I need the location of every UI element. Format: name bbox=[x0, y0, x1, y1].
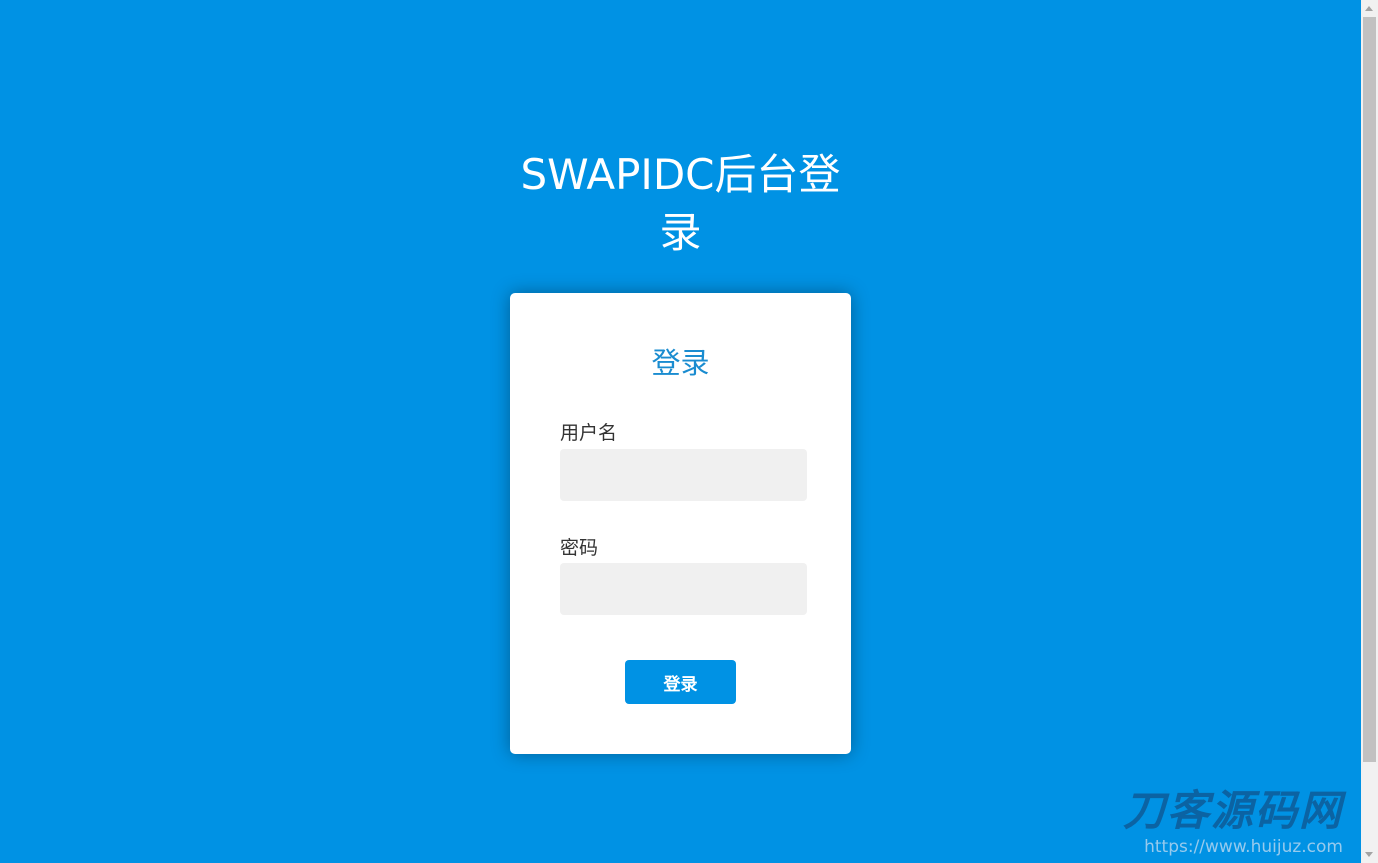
login-card-title: 登录 bbox=[651, 346, 710, 380]
login-card: 登录 用户名 密码 登录 bbox=[510, 293, 851, 754]
login-page: SWAPIDC后台登录 登录 用户名 密码 登录 刀客源码网 https://w… bbox=[0, 0, 1361, 863]
watermark-url: https://www.huijuz.com bbox=[1144, 837, 1343, 857]
username-input[interactable] bbox=[560, 449, 807, 501]
login-button[interactable]: 登录 bbox=[625, 660, 736, 704]
page-title: SWAPIDC后台登录 bbox=[520, 150, 841, 257]
watermark-logo: 刀客源码网 bbox=[1122, 786, 1343, 835]
scroll-down-arrow-icon[interactable] bbox=[1365, 852, 1373, 857]
scroll-up-arrow-icon[interactable] bbox=[1365, 6, 1373, 11]
password-input[interactable] bbox=[560, 563, 807, 615]
scrollbar-thumb[interactable] bbox=[1363, 17, 1376, 762]
username-label: 用户名 bbox=[560, 422, 618, 444]
password-label: 密码 bbox=[560, 537, 599, 559]
vertical-scrollbar[interactable] bbox=[1361, 0, 1378, 863]
